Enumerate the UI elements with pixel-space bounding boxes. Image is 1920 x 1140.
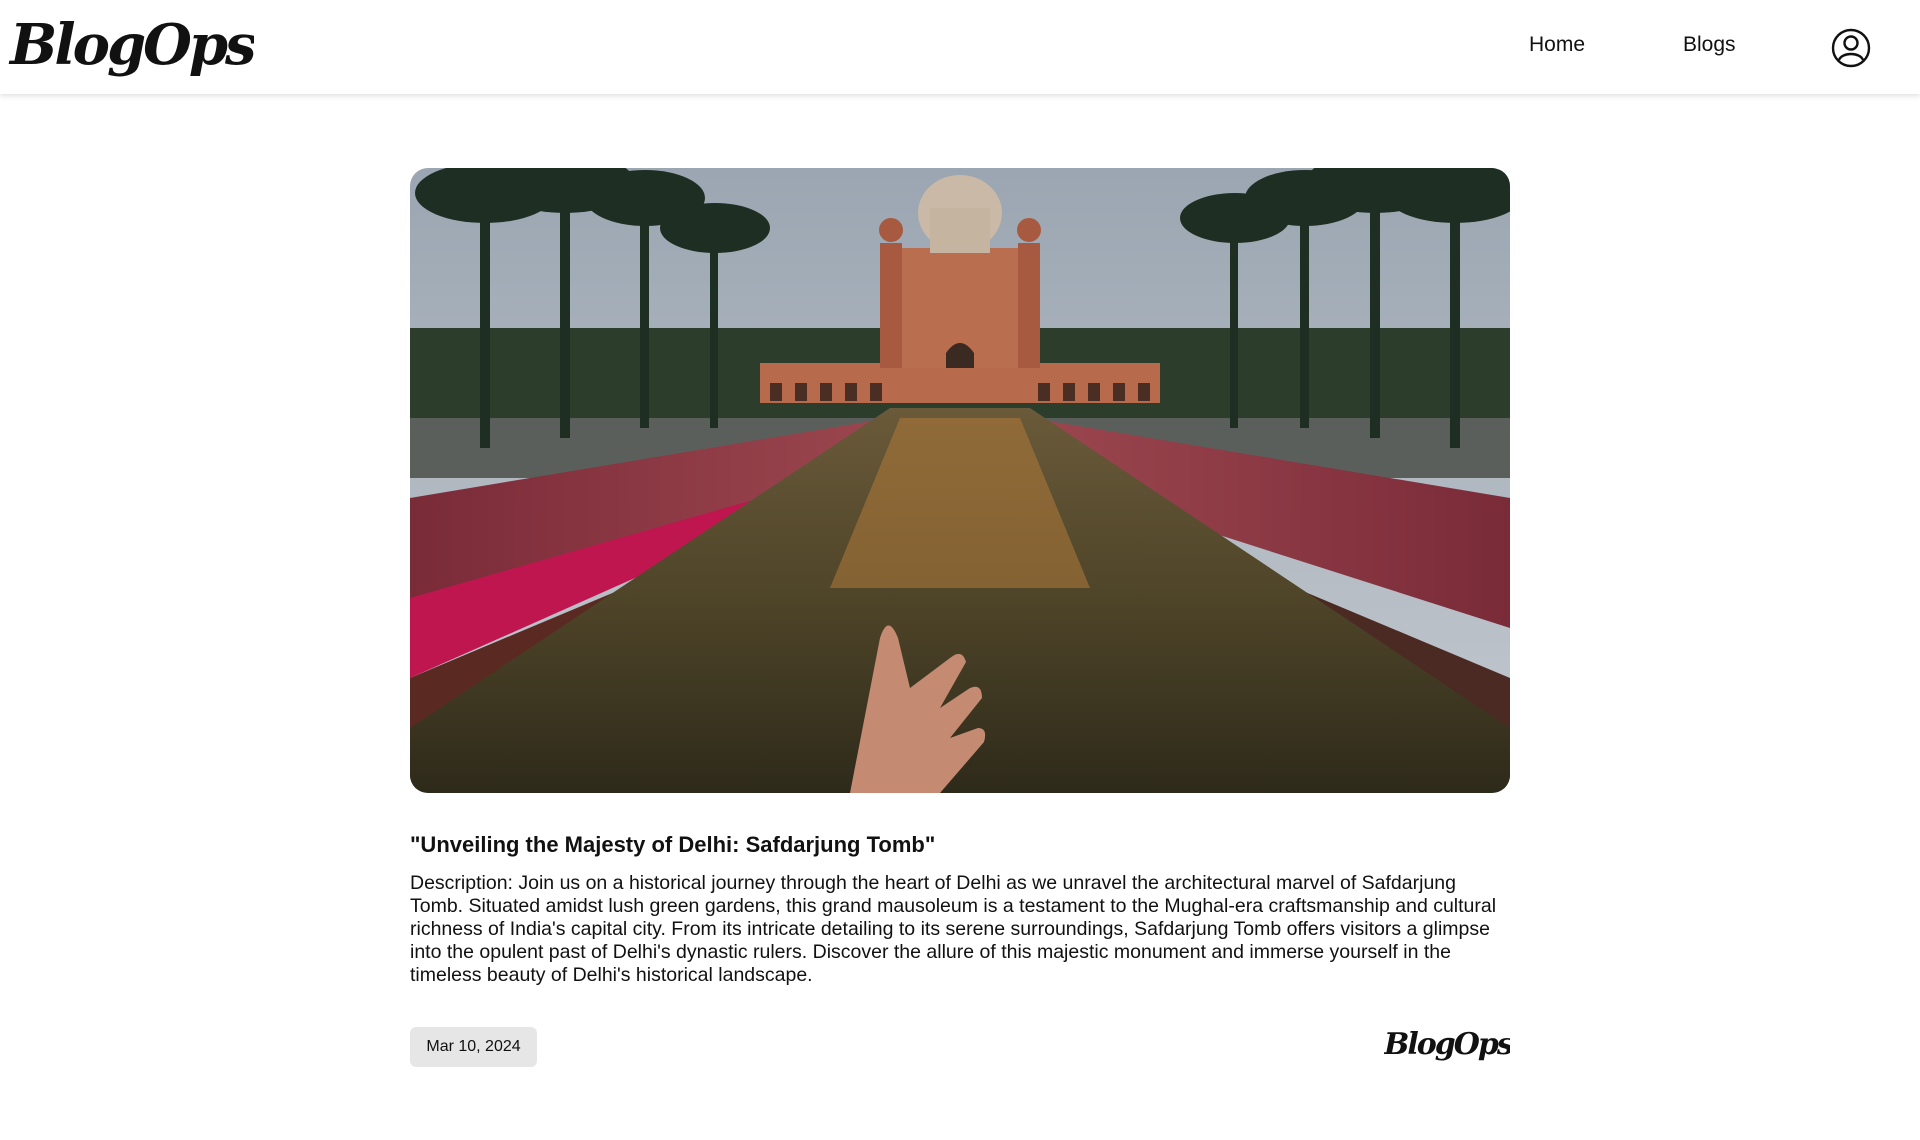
post-title: "Unveiling the Majesty of Delhi: Safdarj…	[410, 832, 936, 857]
nav-home-link[interactable]: Home	[1529, 33, 1585, 57]
post-description: Description: Join us on a historical jou…	[410, 872, 1497, 986]
post-hero-image	[410, 168, 1510, 793]
user-circle-icon[interactable]	[1831, 28, 1871, 68]
nav-blogs-link[interactable]: Blogs	[1683, 33, 1736, 57]
site-header: BlogOps Home Blogs	[0, 0, 1920, 94]
svg-text:BlogOps: BlogOps	[1384, 1027, 1510, 1062]
blogops-logo[interactable]: BlogOps	[4, 6, 254, 86]
footer-blogops-logo: BlogOps	[1384, 1027, 1510, 1062]
svg-text:BlogOps: BlogOps	[8, 12, 254, 78]
post-date-badge: Mar 10, 2024	[410, 1027, 537, 1067]
safdarjung-tomb-photo	[410, 168, 1510, 793]
